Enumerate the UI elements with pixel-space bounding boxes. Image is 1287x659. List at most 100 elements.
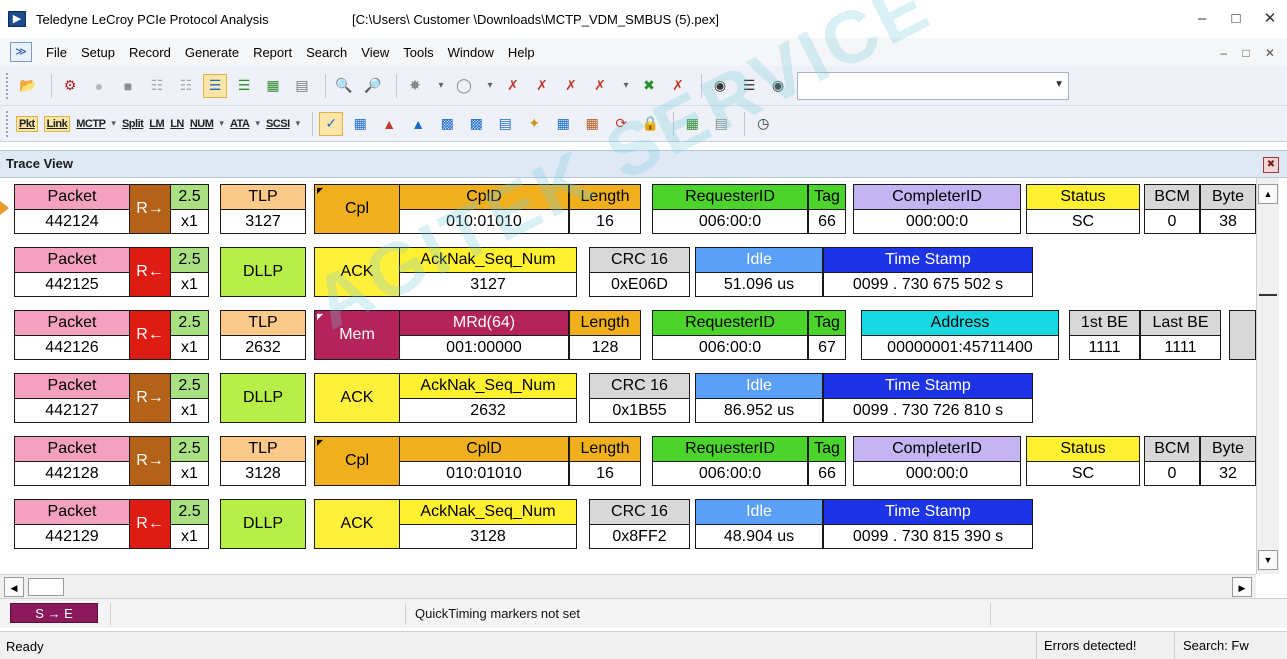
- field-tag[interactable]: Tag 67: [808, 310, 846, 360]
- field-tag[interactable]: Tag 66: [808, 436, 846, 486]
- field-address[interactable]: Address 00000001:45711400: [861, 310, 1059, 360]
- timestamp-icon[interactable]: ◷: [751, 112, 775, 136]
- zoom-out-icon[interactable]: 🔎: [361, 74, 385, 98]
- field-completerid[interactable]: CompleterID 000:00:0: [853, 184, 1021, 234]
- tlp-type-cell[interactable]: TLP 3128: [220, 436, 306, 486]
- field-acknak-seq-num[interactable]: AckNak_Seq_Num 2632: [399, 373, 577, 423]
- mctp-dropdown-icon[interactable]: ▾: [111, 118, 116, 129]
- packet-number-cell[interactable]: Packet 442127: [14, 373, 130, 423]
- packet-row[interactable]: Packet 442124 R→ 2.5 x1 TLP 3127 Cpl ◤ CplD 010:01…: [0, 184, 1256, 234]
- num-level-button[interactable]: NUM: [190, 118, 214, 130]
- field-status[interactable]: Status SC: [1026, 184, 1140, 234]
- field-time-stamp[interactable]: Time Stamp 0099 . 730 815 390 s: [823, 499, 1033, 549]
- search-combo[interactable]: ▼: [797, 71, 1069, 100]
- packet-kind-cell[interactable]: Cpl ◤: [314, 436, 400, 486]
- bus-utilization-icon[interactable]: ▩: [464, 112, 488, 136]
- field-time-stamp[interactable]: Time Stamp 0099 . 730 726 810 s: [823, 373, 1033, 423]
- dllp-type-cell[interactable]: DLLP: [220, 247, 306, 297]
- record-icon[interactable]: ●: [87, 74, 111, 98]
- hide-all-icon[interactable]: ✖: [637, 74, 661, 98]
- pkt-level-button[interactable]: Pkt: [16, 115, 38, 132]
- field-cpld[interactable]: CplD 010:01010: [399, 184, 569, 234]
- direction-cell[interactable]: R←: [129, 247, 171, 297]
- field-idle[interactable]: Idle 86.952 us: [695, 373, 823, 423]
- packet-row[interactable]: Packet 442129 R← 2.5 x1 DLLP ACK AckNak_Seq_Num…: [0, 499, 1256, 549]
- packet-number-cell[interactable]: Packet 442126: [14, 310, 130, 360]
- timing-calc-icon[interactable]: ▲: [406, 112, 430, 136]
- direction-cell[interactable]: R←: [129, 499, 171, 549]
- maximize-button[interactable]: □: [1219, 0, 1253, 38]
- checkmark-icon[interactable]: ✓: [319, 111, 344, 136]
- packet-number-cell[interactable]: Packet 442129: [14, 499, 130, 549]
- bar-chart-icon[interactable]: ▩: [435, 112, 459, 136]
- field-crc-16[interactable]: CRC 16 0x8FF2: [589, 499, 690, 549]
- speed-width-cell[interactable]: 2.5 x1: [170, 499, 209, 549]
- speed-width-cell[interactable]: 2.5 x1: [170, 247, 209, 297]
- view-details-icon[interactable]: ▤: [290, 74, 314, 98]
- lm-level-button[interactable]: LM: [149, 118, 164, 130]
- hide-mctp-dropdown-icon[interactable]: ▾: [617, 74, 635, 98]
- packet-row[interactable]: Packet 442125 R← 2.5 x1 DLLP ACK AckNak_Seq_Num…: [0, 247, 1256, 297]
- hide-mctp-icon[interactable]: ✗: [588, 74, 612, 98]
- view-spreadsheet-icon[interactable]: ▦: [261, 74, 285, 98]
- field-crc-16[interactable]: CRC 16 0x1B55: [589, 373, 690, 423]
- packet-number-cell[interactable]: Packet 442125: [14, 247, 130, 297]
- hide-errors-icon[interactable]: ✗: [666, 74, 690, 98]
- field-idle[interactable]: Idle 51.096 us: [695, 247, 823, 297]
- packet-kind-cell[interactable]: Mem ◤: [314, 310, 400, 360]
- bus-icon[interactable]: ▦: [580, 112, 604, 136]
- search-icon[interactable]: ◉: [766, 74, 790, 98]
- menu-generate[interactable]: Generate: [185, 45, 239, 60]
- menu-help[interactable]: Help: [508, 45, 535, 60]
- menu-file[interactable]: File: [46, 45, 67, 60]
- field-mrd-64[interactable]: MRd(64) 001:00000: [399, 310, 569, 360]
- field-byte[interactable]: Byte 32: [1200, 436, 1256, 486]
- field-1st-be[interactable]: 1st BE 1111: [1069, 310, 1140, 360]
- field-acknak-seq-num[interactable]: AckNak_Seq_Num 3127: [399, 247, 577, 297]
- speed-width-cell[interactable]: 2.5 x1: [170, 184, 209, 234]
- scroll-left-icon[interactable]: ◀: [4, 577, 24, 597]
- hide-skips-icon[interactable]: ✗: [501, 74, 525, 98]
- field-completerid[interactable]: CompleterID 000:00:0: [853, 436, 1021, 486]
- zoom-in-icon[interactable]: 🔍: [332, 74, 356, 98]
- packet-kind-cell[interactable]: ACK: [314, 373, 400, 423]
- field-tag[interactable]: Tag 66: [808, 184, 846, 234]
- tlp-type-cell[interactable]: TLP 3127: [220, 184, 306, 234]
- expand-marker-icon[interactable]: ◤: [317, 438, 323, 447]
- real-time-icon[interactable]: ☷: [174, 74, 198, 98]
- traffic-summary-icon[interactable]: ▲: [377, 112, 401, 136]
- field-requesterid[interactable]: RequesterID 006:00:0: [652, 310, 808, 360]
- traffic-generator-icon[interactable]: ☷: [145, 74, 169, 98]
- field-bcm[interactable]: BCM 0: [1144, 184, 1200, 234]
- field-last-be[interactable]: Last BE 1111: [1140, 310, 1221, 360]
- config-space-icon[interactable]: ▦: [551, 112, 575, 136]
- packet-row[interactable]: Packet 442127 R→ 2.5 x1 DLLP ACK AckNak_Seq_Num…: [0, 373, 1256, 423]
- field-requesterid[interactable]: RequesterID 006:00:0: [652, 184, 808, 234]
- field-cpld[interactable]: CplD 010:01010: [399, 436, 569, 486]
- data-view-icon[interactable]: ▦: [680, 112, 704, 136]
- view-packets-icon[interactable]: ☰: [203, 73, 227, 98]
- menu-tools[interactable]: Tools: [403, 45, 433, 60]
- direction-cell[interactable]: R→: [129, 184, 171, 234]
- field-byte[interactable]: Byte 38: [1200, 184, 1256, 234]
- menu-record[interactable]: Record: [129, 45, 171, 60]
- field-status[interactable]: Status SC: [1026, 436, 1140, 486]
- packet-number-cell[interactable]: Packet 442124: [14, 184, 130, 234]
- mdi-controls[interactable]: – □ ✕: [1220, 46, 1281, 60]
- hide-ordered-sets-icon[interactable]: ✗: [530, 74, 554, 98]
- hide-link-icon[interactable]: ✗: [559, 74, 583, 98]
- hide-icon[interactable]: ◯: [452, 74, 476, 98]
- scroll-thumb[interactable]: [1259, 294, 1277, 296]
- toolbar-grip[interactable]: [6, 110, 10, 137]
- scroll-down-icon[interactable]: ▼: [1258, 550, 1278, 570]
- view-columns-icon[interactable]: ☰: [232, 74, 256, 98]
- field-length[interactable]: Length 128: [569, 310, 641, 360]
- scroll-right-icon[interactable]: ▶: [1232, 577, 1252, 597]
- menu-window[interactable]: Window: [448, 45, 494, 60]
- tlp-type-cell[interactable]: TLP 2632: [220, 310, 306, 360]
- direction-cell[interactable]: R←: [129, 310, 171, 360]
- field-length[interactable]: Length 16: [569, 184, 641, 234]
- hide-dropdown-icon[interactable]: ▾: [481, 74, 499, 98]
- find-next-icon[interactable]: ☰: [737, 74, 761, 98]
- dllp-type-cell[interactable]: DLLP: [220, 499, 306, 549]
